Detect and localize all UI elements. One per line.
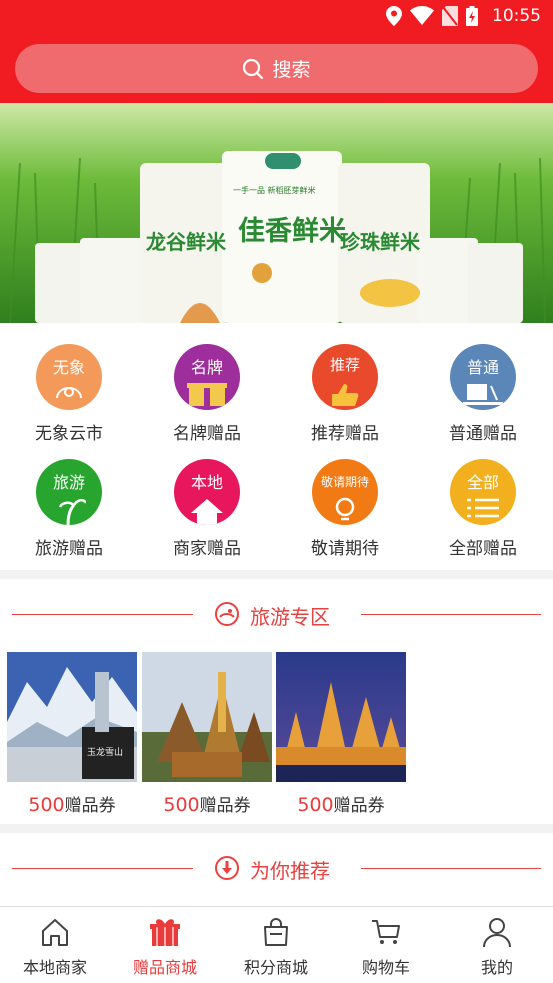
nav-local-merchants[interactable]: 本地商家 — [0, 907, 110, 983]
app-screen: 10:55 搜索 一手一品 新稻胚芽鲜米 佳香鲜米 龙谷鲜米 珍珠鲜米 无象 无… — [0, 0, 553, 983]
travel-section-title: 旅游专区 — [250, 605, 330, 629]
banner-bag-right: 珍珠鲜米 — [340, 230, 421, 254]
location-icon — [386, 6, 402, 26]
travel-card-image: 玉龙雪山 — [7, 652, 137, 782]
nav-label: 本地商家 — [22, 958, 87, 977]
box-icon: 普通 — [450, 344, 516, 410]
status-time: 10:55 — [492, 6, 541, 26]
search-label: 搜索 — [272, 59, 311, 81]
wuxiang-icon: 无象 — [36, 344, 102, 410]
category-local-merchant[interactable]: 本地 商家赠品 — [138, 438, 276, 559]
no-sim-icon — [442, 6, 458, 26]
category-all[interactable]: 全部 全部赠品 — [414, 438, 552, 559]
nav-points-mall[interactable]: 积分商城 — [221, 907, 331, 983]
travel-card-image — [142, 652, 272, 782]
category-travel[interactable]: 旅游 旅游赠品 — [0, 438, 138, 559]
gift-box-icon: 名牌 — [174, 344, 240, 410]
category-brand-gifts[interactable]: 名牌 名牌赠品 — [138, 323, 276, 444]
category-badge-text: 本地 — [190, 473, 223, 492]
gift-icon — [150, 919, 180, 946]
banner-brand: 一手一品 新稻胚芽鲜米 — [233, 185, 316, 195]
category-label: 全部赠品 — [449, 539, 517, 559]
home-icon — [42, 919, 68, 946]
nav-label: 我的 — [480, 958, 513, 977]
status-bar: 10:55 — [0, 0, 553, 32]
nav-profile[interactable]: 我的 — [442, 907, 552, 983]
price-amount: 500 — [28, 794, 65, 816]
divider — [361, 868, 541, 869]
travel-card[interactable]: 玉龙雪山 500赠品券 — [7, 652, 137, 817]
price-amount: 500 — [163, 794, 200, 816]
lightbulb-icon: 敬请期待 — [312, 459, 378, 525]
category-label: 旅游赠品 — [35, 539, 103, 559]
house-icon: 本地 — [174, 459, 240, 525]
cart-icon — [372, 920, 400, 944]
category-badge-text: 敬请期待 — [320, 475, 369, 489]
category-badge-text: 旅游 — [52, 473, 85, 492]
category-badge-text: 推荐 — [329, 356, 360, 374]
category-badge-text: 名牌 — [190, 358, 223, 377]
category-grid: 无象 无象云市 名牌 名牌赠品 推荐 推荐赠品 普通 普通赠品 旅游 旅游赠品 … — [0, 323, 553, 570]
status-icons: 10:55 — [386, 5, 541, 27]
nav-gift-mall[interactable]: 赠品商城 — [110, 907, 220, 983]
nav-label: 积分商城 — [243, 958, 308, 977]
category-wuxiang[interactable]: 无象 无象云市 — [0, 323, 138, 444]
nav-label: 购物车 — [361, 958, 410, 977]
category-badge-text: 普通 — [466, 358, 499, 377]
search-bar[interactable]: 搜索 — [15, 44, 538, 93]
shopping-bag-icon — [264, 918, 288, 946]
recommend-section: 为你推荐 — [0, 833, 553, 908]
category-recommended[interactable]: 推荐 推荐赠品 — [276, 323, 414, 444]
price-amount: 500 — [297, 794, 334, 816]
category-label: 敬请期待 — [311, 539, 379, 559]
search-icon — [243, 58, 264, 79]
category-normal[interactable]: 普通 普通赠品 — [414, 323, 552, 444]
travel-section: 旅游专区 玉龙雪山 500赠品券 500赠品券 500赠品券 — [0, 579, 553, 824]
header: 10:55 搜索 — [0, 0, 553, 103]
price-unit: 赠品券 — [333, 796, 385, 816]
thumbs-up-icon: 推荐 — [312, 344, 378, 410]
banner-image: 一手一品 新稻胚芽鲜米 佳香鲜米 龙谷鲜米 珍珠鲜米 — [0, 103, 553, 323]
travel-section-icon — [215, 602, 239, 626]
travel-card-sign: 玉龙雪山 — [87, 746, 123, 758]
travel-card-image — [276, 652, 406, 782]
wifi-icon — [410, 6, 434, 25]
list-icon: 全部 — [450, 459, 516, 525]
category-badge-text: 无象 — [52, 358, 85, 377]
travel-card-price: 500赠品券 — [7, 791, 137, 816]
price-unit: 赠品券 — [64, 796, 116, 816]
price-unit: 赠品券 — [199, 796, 251, 816]
travel-section-header: 旅游专区 — [0, 595, 553, 635]
banner-bag-center: 佳香鲜米 — [238, 216, 346, 247]
divider — [361, 614, 541, 615]
user-icon — [483, 918, 511, 948]
recommend-section-title: 为你推荐 — [250, 859, 330, 883]
category-label: 商家赠品 — [173, 539, 241, 559]
category-badge-text: 全部 — [466, 473, 499, 492]
category-coming-soon[interactable]: 敬请期待 敬请期待 — [276, 438, 414, 559]
palm-tree-icon: 旅游 — [36, 459, 102, 525]
nav-cart[interactable]: 购物车 — [331, 907, 441, 983]
travel-card-price: 500赠品券 — [276, 791, 406, 816]
bottom-nav: 本地商家 赠品商城 积分商城 购物车 我的 — [0, 906, 553, 983]
recommend-section-header: 为你推荐 — [0, 849, 553, 889]
divider — [12, 614, 193, 615]
promo-banner[interactable]: 一手一品 新稻胚芽鲜米 佳香鲜米 龙谷鲜米 珍珠鲜米 — [0, 103, 553, 323]
nav-label: 赠品商城 — [132, 958, 197, 977]
travel-card[interactable]: 500赠品券 — [276, 652, 406, 817]
banner-bag-left: 龙谷鲜米 — [146, 230, 227, 254]
travel-card-price: 500赠品券 — [142, 791, 272, 816]
travel-card[interactable]: 500赠品券 — [142, 652, 272, 817]
divider — [12, 868, 193, 869]
battery-charging-icon — [466, 6, 478, 26]
down-arrow-icon — [215, 856, 239, 880]
